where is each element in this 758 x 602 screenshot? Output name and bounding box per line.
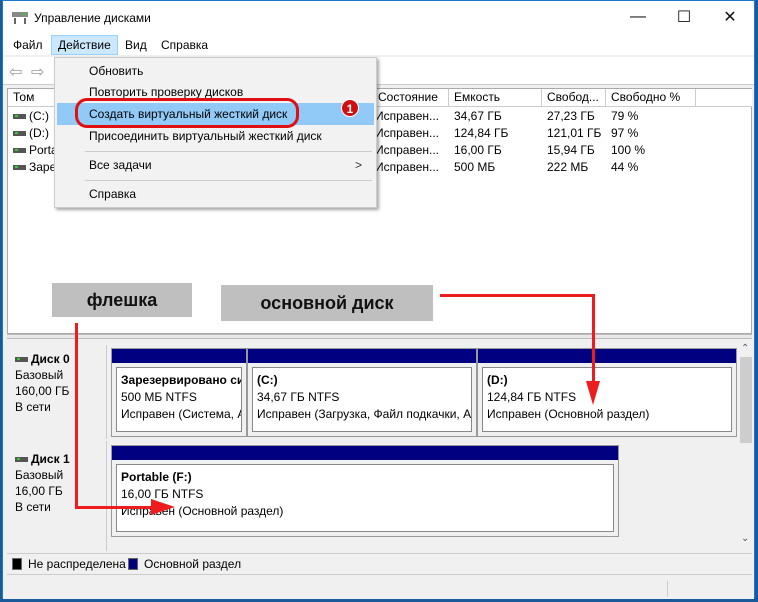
annotation-arrow-line [440, 294, 595, 297]
step-badge: 1 [341, 99, 359, 117]
partition-bar [248, 349, 476, 363]
disk-management-icon [12, 12, 28, 24]
window-title: Управление дисками [34, 11, 151, 25]
partition-bar [112, 349, 246, 363]
menu-view[interactable]: Вид [119, 35, 153, 55]
menu-separator [85, 180, 372, 181]
legend-label-primary: Основной раздел [144, 557, 242, 571]
menu-separator [85, 151, 372, 152]
disk-management-window: Управление дисками — ☐ ✕ Файл Действие В… [2, 0, 755, 599]
partition-bar [478, 349, 736, 363]
column-header-status[interactable]: Состояние [373, 89, 449, 107]
column-header-empty [696, 89, 752, 107]
volume-icon [13, 148, 26, 154]
legend-swatch-unallocated [12, 558, 22, 570]
pane-splitter[interactable] [7, 334, 752, 339]
partition-c[interactable]: (C:) 34,67 ГБ NTFS Исправен (Загрузка, Ф… [247, 348, 477, 437]
title-bar: Управление дисками — ☐ ✕ [3, 1, 754, 35]
annotation-arrow-line [75, 506, 155, 509]
scroll-up-icon[interactable]: ⌃ [741, 343, 749, 354]
action-menu: Обновить Повторить проверку дисков Созда… [54, 57, 377, 208]
arrow-head-icon [586, 381, 600, 405]
menu-action[interactable]: Действие [51, 35, 118, 55]
annotation-arrow-line [75, 323, 78, 509]
column-header-capacity[interactable]: Емкость [449, 89, 542, 107]
minimize-icon: — [630, 8, 646, 25]
partition-bar [112, 446, 618, 460]
scroll-down-icon[interactable]: ⌄ [741, 533, 749, 544]
menu-item-all-tasks[interactable]: Все задачи > [57, 154, 374, 176]
maximize-icon: ☐ [676, 9, 692, 26]
scrollbar-thumb[interactable] [740, 357, 752, 443]
forward-arrow-icon[interactable]: ⇨ [31, 62, 44, 82]
disk-0-label[interactable]: Диск 0 Базовый 160,00 ГБ В сети [7, 345, 107, 439]
disk-icon [15, 457, 28, 463]
legend-swatch-primary [128, 558, 138, 570]
volume-icon [13, 131, 26, 137]
highlight-ring [75, 98, 299, 128]
volume-icon [13, 114, 26, 120]
annotation-main-disk: основной диск [221, 285, 433, 321]
disk-map: Диск 0 Базовый 160,00 ГБ В сети Зарезерв… [7, 341, 737, 551]
legend: Не распределена Основной раздел [7, 553, 752, 575]
disk-icon [15, 357, 28, 363]
column-header-free-pct[interactable]: Свободно % [606, 89, 696, 107]
menu-bar: Файл Действие Вид Справка [3, 35, 754, 55]
legend-label-unallocated: Не распределена [28, 557, 126, 571]
column-header-free[interactable]: Свобод... [542, 89, 606, 107]
menu-help[interactable]: Справка [155, 35, 214, 55]
arrow-head-icon [151, 499, 175, 515]
annotation-arrow-line [592, 294, 595, 384]
menu-file[interactable]: Файл [7, 35, 49, 55]
annotation-flash-drive: флешка [52, 283, 192, 317]
partition-reserved[interactable]: Зарезервировано си 500 МБ NTFS Исправен … [111, 348, 247, 437]
minimize-button[interactable]: — [615, 1, 661, 33]
volume-icon [13, 165, 26, 171]
disk-map-scrollbar[interactable]: ⌃ ⌄ [739, 341, 753, 551]
submenu-chevron-icon: > [354, 158, 362, 172]
menu-item-attach-vhd[interactable]: Присоединить виртуальный жесткий диск [57, 125, 374, 147]
close-icon: ✕ [723, 9, 737, 26]
close-button[interactable]: ✕ [707, 1, 753, 33]
disk-1-label[interactable]: Диск 1 Базовый 16,00 ГБ В сети [7, 441, 107, 551]
status-bar [3, 579, 754, 599]
back-arrow-icon[interactable]: ⇦ [9, 62, 22, 82]
partition-d[interactable]: (D:) 124,84 ГБ NTFS Исправен (Основной р… [477, 348, 737, 437]
menu-item-refresh[interactable]: Обновить [57, 60, 374, 82]
maximize-button[interactable]: ☐ [661, 1, 707, 33]
menu-item-help[interactable]: Справка [57, 183, 374, 205]
partition-f[interactable]: Portable (F:) 16,00 ГБ NTFS Исправен (Ос… [111, 445, 619, 537]
